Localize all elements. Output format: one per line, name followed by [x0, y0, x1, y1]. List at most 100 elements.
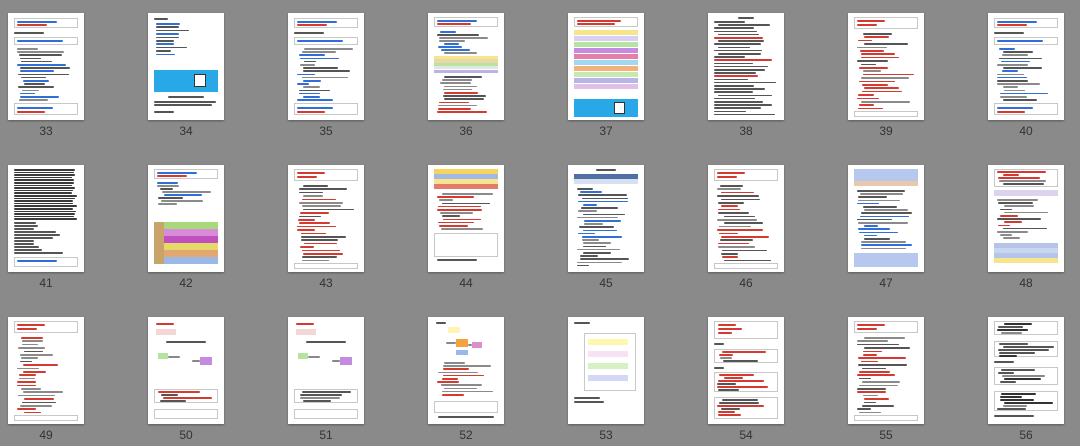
- text-line: [863, 33, 892, 35]
- page-preview[interactable]: [848, 317, 924, 424]
- page-thumbnail-48[interactable]: 48: [988, 165, 1064, 291]
- text-line: [154, 101, 216, 103]
- page-thumbnail-38[interactable]: 38: [708, 13, 784, 139]
- page-preview[interactable]: [848, 165, 924, 272]
- text-line: [999, 343, 1028, 345]
- page-thumbnail-51[interactable]: 51: [288, 317, 364, 443]
- page-thumbnail-35[interactable]: 35: [288, 13, 364, 139]
- page-thumbnail-41[interactable]: 41: [8, 165, 84, 291]
- page-thumbnail-36[interactable]: 36: [428, 13, 504, 139]
- text-line: [439, 101, 469, 104]
- content-box: [588, 351, 628, 357]
- text-line: [22, 401, 56, 404]
- text-line: [583, 204, 597, 206]
- text-line: [1000, 92, 1048, 95]
- page-preview[interactable]: [708, 13, 784, 120]
- page-preview[interactable]: [988, 165, 1064, 272]
- page-thumbnail-54[interactable]: 54: [708, 317, 784, 443]
- text-line: [157, 182, 178, 184]
- text-line: [444, 43, 459, 45]
- page-thumbnail-44[interactable]: 44: [428, 165, 504, 291]
- page-preview[interactable]: [568, 165, 644, 272]
- page-thumbnail-37[interactable]: 37: [568, 13, 644, 139]
- page-preview[interactable]: [708, 165, 784, 272]
- page-thumbnail-39[interactable]: 39: [848, 13, 924, 139]
- page-preview[interactable]: [568, 317, 644, 424]
- page-thumbnail-47[interactable]: 47: [848, 165, 924, 291]
- page-preview[interactable]: [148, 13, 224, 120]
- page-preview[interactable]: [8, 13, 84, 120]
- page-preview[interactable]: [428, 165, 504, 272]
- content-box: [318, 347, 332, 353]
- text-line: [861, 77, 909, 79]
- text-line: [581, 207, 618, 209]
- page-thumbnail-46[interactable]: 46: [708, 165, 784, 291]
- page-preview[interactable]: [8, 165, 84, 272]
- content-box: [574, 54, 638, 60]
- text-line: [1003, 227, 1047, 230]
- page-preview[interactable]: [8, 317, 84, 424]
- page-number-label: 52: [459, 428, 473, 442]
- text-line: [577, 216, 618, 219]
- text-line: [24, 350, 43, 353]
- page-thumbnail-45[interactable]: 45: [568, 165, 644, 291]
- page-thumbnail-40[interactable]: 40: [988, 13, 1064, 139]
- page-thumbnail-55[interactable]: 55: [848, 317, 924, 443]
- text-line: [14, 176, 72, 179]
- text-line: [297, 229, 315, 231]
- text-line: [714, 49, 762, 52]
- text-line: [864, 337, 905, 339]
- page-preview[interactable]: [288, 165, 364, 272]
- text-line: [714, 72, 756, 74]
- page-preview[interactable]: [148, 317, 224, 424]
- page-thumbnail-34[interactable]: 34: [148, 13, 224, 139]
- content-box: [994, 18, 1058, 28]
- page-number-label: 48: [1019, 276, 1033, 290]
- text-line: [14, 237, 53, 239]
- qr-code-icon: [614, 102, 625, 114]
- page-thumbnail-53[interactable]: 53: [568, 317, 644, 443]
- page-preview[interactable]: [988, 317, 1064, 424]
- text-line: [997, 107, 1033, 109]
- text-line: [14, 189, 73, 192]
- page-thumbnail-42[interactable]: 42: [148, 165, 224, 291]
- text-line: [14, 240, 34, 242]
- text-line: [300, 397, 340, 399]
- content-box: [714, 169, 778, 181]
- text-line: [861, 56, 899, 59]
- text-line: [20, 92, 35, 95]
- page-preview[interactable]: [428, 317, 504, 424]
- text-line: [21, 60, 52, 63]
- text-line: [997, 171, 1046, 173]
- page-preview[interactable]: [988, 13, 1064, 120]
- text-line: [301, 232, 326, 235]
- page-preview[interactable]: [568, 13, 644, 120]
- page-thumbnail-33[interactable]: 33: [8, 13, 84, 139]
- page-thumbnail-50[interactable]: 50: [148, 317, 224, 443]
- page-thumbnail-52[interactable]: 52: [428, 317, 504, 443]
- page-preview[interactable]: [148, 165, 224, 272]
- text-line: [724, 215, 755, 218]
- page-preview[interactable]: [288, 13, 364, 120]
- content-box: [994, 253, 1058, 258]
- text-line: [299, 202, 343, 204]
- text-line: [20, 57, 41, 60]
- page-thumbnail-49[interactable]: 49: [8, 317, 84, 443]
- content-box: [574, 36, 638, 42]
- page-preview[interactable]: [428, 13, 504, 120]
- page-thumbnail-56[interactable]: 56: [988, 317, 1064, 443]
- content-box: [14, 321, 78, 333]
- text-line: [443, 218, 481, 221]
- page-thumbnail-43[interactable]: 43: [288, 165, 364, 291]
- page-preview[interactable]: [288, 317, 364, 424]
- content-box: [154, 257, 164, 264]
- text-line: [1003, 86, 1018, 88]
- page-preview[interactable]: [848, 13, 924, 120]
- text-line: [714, 59, 772, 61]
- text-line: [24, 411, 41, 414]
- page-number-label: 38: [739, 124, 753, 138]
- text-line: [438, 108, 471, 110]
- text-line: [714, 78, 748, 81]
- page-preview[interactable]: [708, 317, 784, 424]
- text-line: [302, 76, 348, 79]
